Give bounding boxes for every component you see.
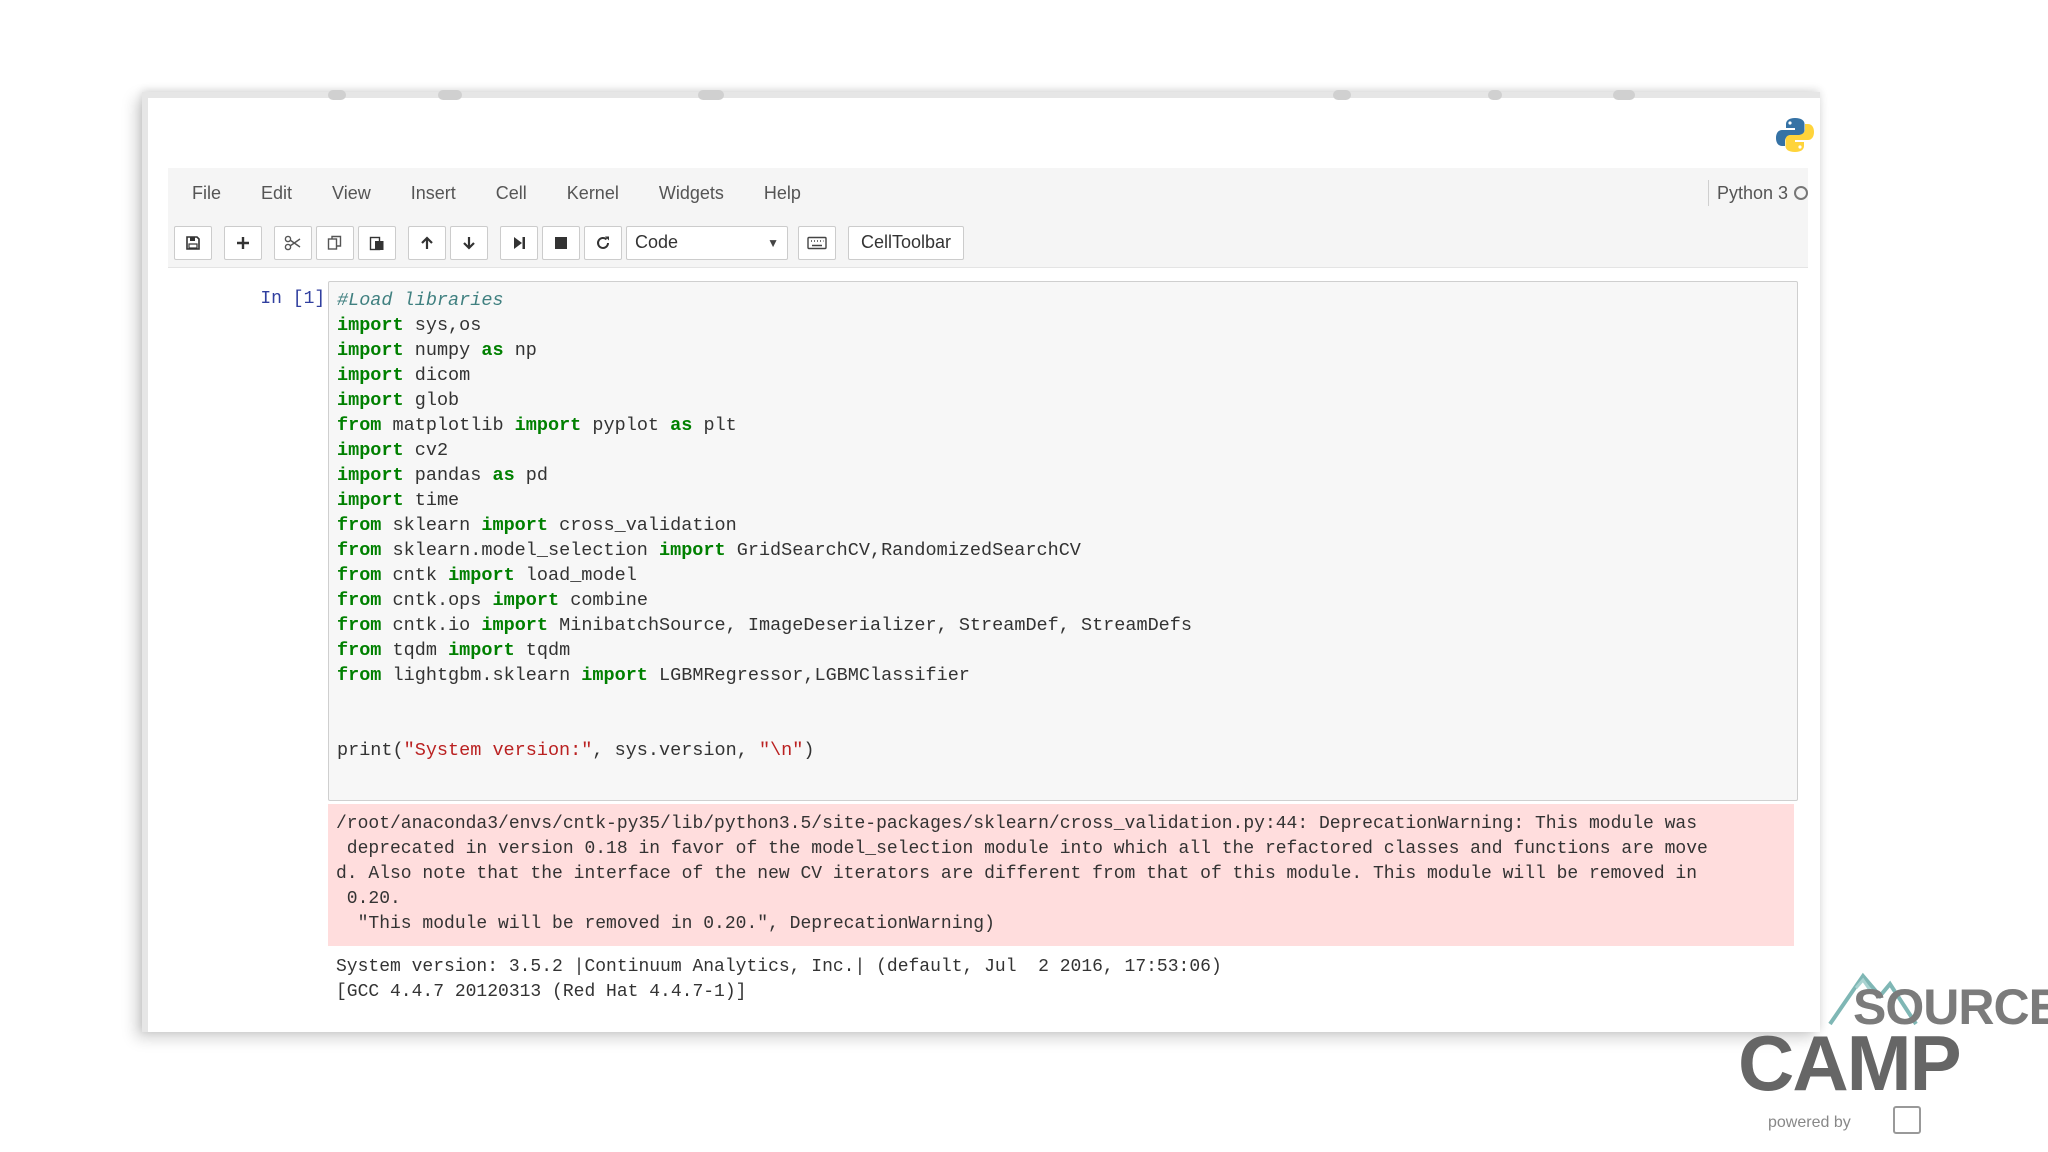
watermark-camp-text: CAMP [1738,1019,1962,1107]
move-up-button[interactable] [408,225,446,260]
code-cell-editor[interactable]: #Load libraries import sys,os import numpy… [328,281,1798,801]
source-camp-watermark: SOURCE CAMP powered by [1738,972,2048,1152]
scissors-icon [284,235,301,250]
code-line: from cntk.io import MinibatchSource, Ima… [337,615,1192,636]
plus-icon [237,236,249,249]
stderr-line: 0.20. [336,889,401,909]
code-line: from lightgbm.sklearn import LGBMRegress… [337,665,970,686]
save-icon [186,235,200,250]
menu-kernel[interactable]: Kernel [547,183,639,204]
arrow-up-icon [421,235,433,249]
command-palette-button[interactable] [798,225,836,260]
menu-bar: File Edit View Insert Cell Kernel Widget… [168,168,1808,218]
move-down-button[interactable] [450,225,488,260]
stderr-line: "This module will be removed in 0.20.", … [336,914,995,934]
stderr-line: d. Also note that the interface of the n… [336,864,1698,884]
python-logo-icon [1776,118,1814,152]
menu-file[interactable]: File [168,183,241,204]
stdout-line: [GCC 4.4.7 20120313 (Red Hat 4.4.7-1)] [336,982,747,1002]
code-line: from cntk.ops import combine [337,590,648,611]
stderr-line: /root/anaconda3/envs/cntk-py35/lib/pytho… [336,814,1698,834]
cell-type-select[interactable]: Code ▼ [626,225,788,260]
stderr-line: deprecated in version 0.18 in favor of t… [336,839,1708,859]
notebook-container: In [1]: #Load libraries import sys,os impo… [148,269,1820,1032]
chevron-down-icon: ▼ [767,235,779,250]
code-line: import sys,os [337,315,482,336]
menu-insert[interactable]: Insert [391,183,476,204]
code-line: from tqdm import tqdm [337,640,571,661]
code-line: import pandas as pd [337,465,549,486]
input-prompt: In [1]: [260,289,336,309]
paste-icon [369,236,384,250]
celltoolbar-button[interactable]: CellToolbar [848,225,965,260]
save-button[interactable] [174,225,212,260]
menu-widgets[interactable]: Widgets [639,183,744,204]
insert-cell-button[interactable] [224,225,262,260]
code-line: #Load libraries [337,290,504,311]
watermark-powered-by: powered by [1768,1114,1851,1131]
cut-button[interactable] [274,225,312,260]
code-line: from matplotlib import pyplot as plt [337,415,737,436]
menu-view[interactable]: View [312,183,391,204]
menu-help[interactable]: Help [744,183,821,204]
code-line: from sklearn.model_selection import Grid… [337,540,1081,561]
code-line: import dicom [337,365,471,386]
brand-mark-icon [1893,1106,1921,1134]
copy-button[interactable] [316,225,354,260]
stop-icon [555,236,567,249]
menu-edit[interactable]: Edit [241,183,312,204]
step-forward-icon [514,236,525,249]
kernel-status-icon [1794,186,1808,200]
arrow-down-icon [463,236,475,250]
run-cell-button[interactable] [500,225,538,260]
code-line: print("System version:", sys.version, "\… [337,740,815,761]
code-line: import numpy as np [337,340,537,361]
notebook-header [148,90,1820,168]
interrupt-kernel-button[interactable] [542,225,580,260]
menu-cell[interactable]: Cell [476,183,547,204]
copy-icon [327,235,342,250]
notebook-window: File Edit View Insert Cell Kernel Widget… [142,90,1820,1032]
restart-kernel-button[interactable] [584,225,622,260]
code-line: import cv2 [337,440,449,461]
cell-type-value: Code [635,232,679,252]
code-line: from sklearn import cross_validation [337,515,737,536]
code-content: #Load libraries import sys,os import numpy… [337,288,1789,763]
code-line: import time [337,490,460,511]
stdout-line: System version: 3.5.2 |Continuum Analyti… [336,957,1222,977]
code-line: from cntk import load_model [337,565,637,586]
stderr-output: /root/anaconda3/envs/cntk-py35/lib/pytho… [328,804,1794,946]
kernel-name: Python 3 [1707,180,1788,206]
keyboard-icon [807,236,827,249]
code-line: import glob [337,390,460,411]
toolbar: Code ▼ CellToolbar [168,218,1808,268]
restart-icon [597,236,609,249]
header-title-fragment [328,90,1678,104]
paste-button[interactable] [358,225,396,260]
stdout-output: System version: 3.5.2 |Continuum Analyti… [336,955,1796,1005]
